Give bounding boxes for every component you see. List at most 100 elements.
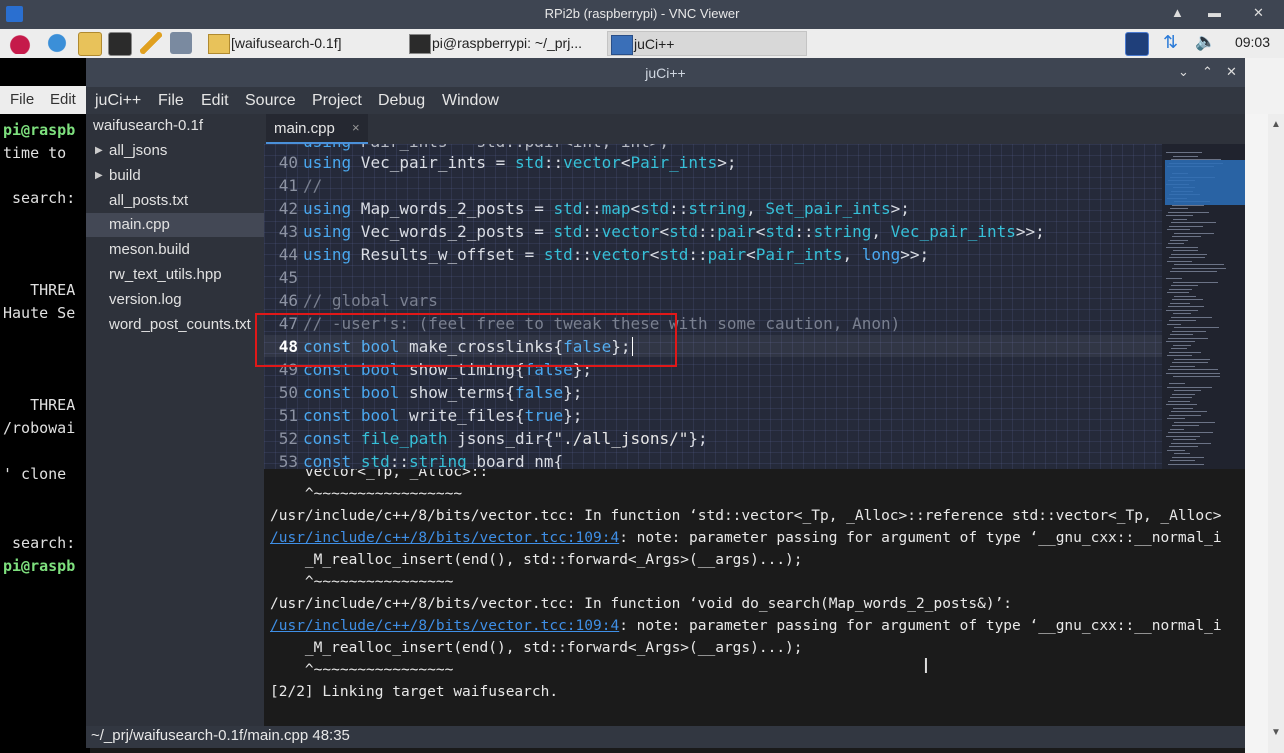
minimap-line [1170,302,1190,304]
bg-terminal-line: search: [3,534,76,552]
minimap-line [1171,442,1211,444]
task-juci[interactable]: juCi++ [607,31,807,56]
tab-main-cpp[interactable]: main.cpp × [266,114,368,144]
tools-icon[interactable] [170,32,192,54]
line-number: 45 [278,268,298,287]
tab-close-icon[interactable]: × [352,120,360,135]
minimap-line [1170,334,1193,335]
minimap-line [1171,348,1187,349]
minimap-line [1173,407,1193,409]
menu-debug[interactable]: Debug [378,92,425,110]
code-line: const std::string board_nm{ [303,452,564,469]
output-line: ^~~~~~~~~~~~~~~~~ [270,574,454,590]
vnc-tray-icon[interactable] [1125,32,1149,56]
menu-source[interactable]: Source [245,92,296,110]
juci-window-icon [611,35,633,55]
minimap-line [1168,243,1184,244]
text-cursor-icon: I [923,654,929,678]
tree-item-all-posts[interactable]: all_posts.txt [86,189,264,213]
tree-item-rw-text-utils[interactable]: rw_text_utils.hpp [86,263,264,287]
task-juci-label: juCi++ [634,36,675,52]
code-line: using Results_w_offset = std::vector<std… [303,245,930,264]
minimap-line [1166,152,1202,153]
juci-close-icon[interactable]: ✕ [1226,64,1237,80]
tree-item-word-post-counts[interactable]: word_post_counts.txt [86,313,264,337]
code-line: // global vars [303,291,438,310]
menu-edit[interactable]: Edit [201,92,229,110]
terminal-launcher-icon[interactable] [108,32,132,56]
tree-root-label: waifusearch-0.1f [93,117,204,134]
minimap-line [1172,456,1204,458]
output-text: : note: parameter passing for argument o… [619,618,1222,634]
raspberry-menu-icon[interactable] [9,32,31,54]
file-manager-icon[interactable] [78,32,102,56]
error-link[interactable]: /usr/include/c++/8/bits/vector.tcc:109:4 [270,618,619,634]
juci-menubar: juCi++ File Edit Source Project Debug Wi… [86,87,1245,114]
volume-icon[interactable]: 🔈 [1195,32,1216,52]
line-number: 43 [278,222,298,241]
menu-window[interactable]: Window [442,92,499,110]
tree-item-all-jsons[interactable]: ▶ all_jsons [86,139,264,163]
error-link[interactable]: /usr/include/c++/8/bits/vector.tcc:109:4 [270,530,619,546]
tab-label: main.cpp [274,120,335,137]
menu-juci[interactable]: juCi++ [95,92,141,110]
scroll-down-icon[interactable]: ▼ [1271,727,1281,738]
output-line: vector<_Tp, _Alloc>:: [270,469,489,480]
tree-item-build[interactable]: ▶ build [86,164,264,188]
menu-project[interactable]: Project [312,92,362,110]
close-icon[interactable]: ✕ [1253,5,1264,21]
code-line: // [303,176,323,195]
line-number: 46 [278,291,298,310]
line-number: 44 [278,245,298,264]
bg-menu-edit[interactable]: Edit [50,91,76,108]
minimap-line [1174,327,1219,328]
task-file-manager[interactable]: [waifusearch-0.1f] [205,31,401,56]
line-number: 41 [278,176,298,195]
tree-root[interactable]: waifusearch-0.1f [86,114,264,138]
juci-minimize-icon[interactable]: ⌄ [1178,64,1189,80]
code-editor[interactable]: using Pair_ints = std::pair<int, int>; 4… [264,144,1162,469]
minimap-line [1169,414,1201,416]
minimap-line [1167,260,1192,262]
bg-terminal-line: /robowai [3,419,76,437]
tree-item-meson-build[interactable]: meson.build [86,238,264,262]
minimap-line [1173,155,1198,157]
minimap-line [1170,271,1217,272]
minimize-icon[interactable]: ▲ [1171,5,1184,20]
clock[interactable]: 09:03 [1235,34,1270,50]
expand-arrow-icon[interactable]: ▶ [95,164,103,188]
expand-arrow-icon[interactable]: ▶ [95,139,103,163]
minimap-line [1174,232,1214,234]
build-output-terminal[interactable]: vector<_Tp, _Alloc>:: ^~~~~~~~~~~~~~~~~~… [264,469,1245,726]
vnc-window-title: RPi2b (raspberrypi) - VNC Viewer [544,6,740,21]
minimap-line [1169,225,1203,227]
restore-icon[interactable]: ▬ [1208,5,1221,20]
pencil-icon[interactable] [140,32,162,54]
bg-terminal-line: ' clone [3,465,76,483]
bg-scrollbar[interactable]: ▲ ▼ [1268,114,1284,753]
output-line: _M_realloc_insert(end(), std::forward<_A… [270,640,803,656]
minimap-line [1169,257,1205,258]
minimap-line [1169,446,1198,447]
output-line: _M_realloc_insert(end(), std::forward<_A… [270,552,803,568]
network-icon[interactable]: ⇅ [1163,32,1178,53]
minimap-line [1166,404,1197,405]
bg-menu-file[interactable]: File [10,91,34,108]
code-line: using Map_words_2_posts = std::map<std::… [303,199,910,218]
juci-maximize-icon[interactable]: ⌃ [1202,64,1213,80]
tree-item-main-cpp[interactable]: main.cpp [86,213,264,237]
minimap-line [1172,362,1208,363]
minimap-line [1172,393,1195,395]
juci-title-bar: juCi++ ⌄ ⌃ ✕ [86,58,1245,87]
tree-item-version-log[interactable]: version.log [86,288,264,312]
code-line: const bool show_terms{false}; [303,383,583,402]
minimap-viewport[interactable] [1165,160,1245,205]
output-line: ^~~~~~~~~~~~~~~~~~ [270,486,463,502]
minimap-line [1168,463,1204,465]
menu-file[interactable]: File [158,92,184,110]
browser-icon[interactable] [46,32,68,54]
scroll-up-icon[interactable]: ▲ [1271,119,1281,130]
editor-tabbar: main.cpp × [264,114,1245,144]
task-terminal[interactable]: pi@raspberrypi: ~/_prj... [406,31,602,56]
tree-item-label: all_jsons [109,142,168,159]
